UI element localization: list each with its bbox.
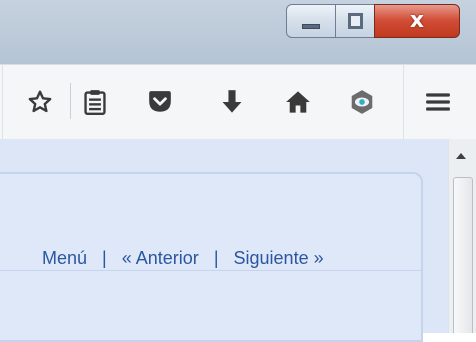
scroll-up-arrow-icon[interactable]: [456, 153, 466, 159]
window-titlebar: x: [0, 0, 476, 64]
close-icon: x: [409, 8, 425, 33]
restore-icon: [348, 13, 363, 29]
hamburger-menu-icon[interactable]: [423, 87, 453, 117]
minimize-icon: [302, 24, 320, 29]
menu-link[interactable]: Menú: [42, 248, 87, 268]
toolbar-separator: [70, 83, 71, 119]
restore-button[interactable]: [335, 4, 375, 38]
bookmark-star-icon[interactable]: [25, 87, 55, 117]
reading-list-icon[interactable]: [80, 87, 110, 117]
scrollbar-thumb[interactable]: [453, 177, 473, 333]
download-arrow-icon[interactable]: [217, 87, 247, 117]
browser-toolbar: [0, 64, 476, 140]
navigation-links: Menú | « Anterior | Siguiente »: [42, 248, 324, 269]
link-separator: |: [102, 248, 107, 268]
home-icon[interactable]: [283, 87, 313, 117]
toolbar-divider: [403, 65, 404, 140]
vertical-scrollbar[interactable]: [448, 139, 476, 333]
panel-divider: [0, 270, 421, 271]
extension-eye-icon[interactable]: [347, 87, 377, 117]
minimize-button[interactable]: [286, 4, 336, 38]
window-caption-buttons: x: [286, 4, 460, 40]
navigation-panel: Menú | « Anterior | Siguiente »: [0, 172, 423, 342]
link-separator: |: [213, 248, 219, 268]
pocket-icon[interactable]: [145, 87, 175, 117]
page-content: Menú | « Anterior | Siguiente »: [0, 139, 448, 342]
next-link[interactable]: Siguiente »: [234, 248, 324, 268]
close-button[interactable]: x: [374, 4, 460, 38]
toolbar-divider: [2, 65, 3, 140]
previous-link[interactable]: « Anterior: [122, 248, 199, 268]
